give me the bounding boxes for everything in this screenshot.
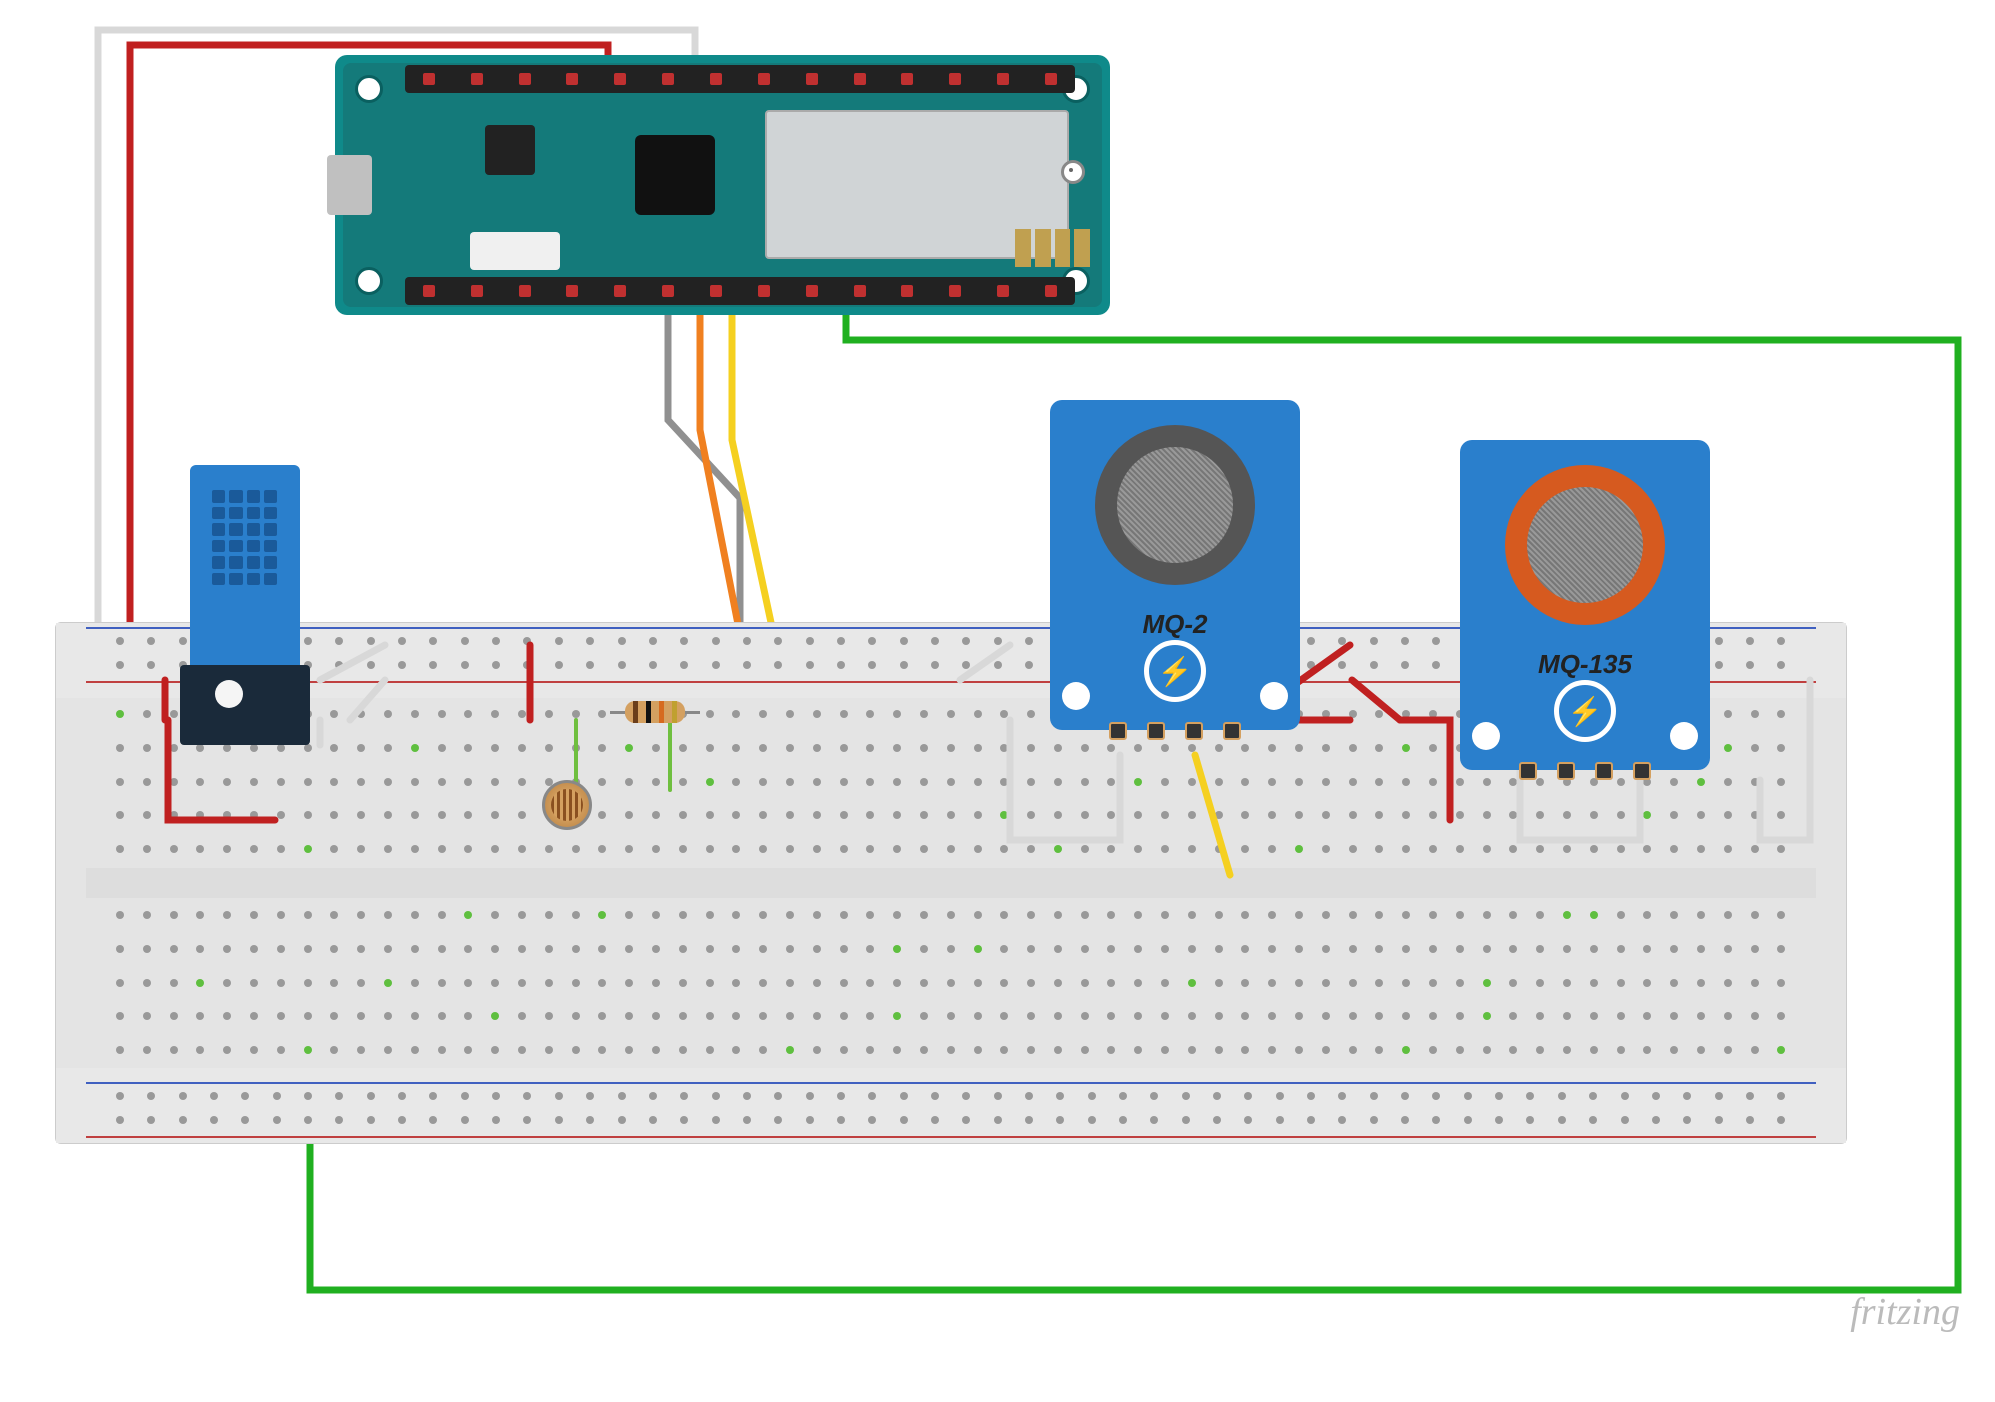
chip-icon: [485, 125, 535, 175]
resistor-band-3: [659, 701, 664, 723]
mq135-pins: [1519, 762, 1651, 780]
usb-port-icon: [327, 155, 372, 215]
mcu-chip-icon: [635, 135, 715, 215]
arduino-top-pins: [405, 65, 1075, 93]
mq135-sensor-module: MQ-135 ⚡: [1460, 440, 1710, 770]
resistor-band-2: [646, 701, 651, 723]
resistor-band-1: [633, 701, 638, 723]
mq2-label: MQ-2: [1050, 609, 1300, 640]
dht11-pcb: [180, 665, 310, 745]
plug-icon: ⚡: [1144, 640, 1206, 702]
plug-icon: ⚡: [1554, 680, 1616, 742]
dht11-sensor: [190, 465, 300, 665]
mq135-label: MQ-135: [1460, 649, 1710, 680]
resistor-band-4: [672, 701, 677, 723]
battery-connector-icon: [470, 232, 560, 270]
mq2-pins: [1109, 722, 1241, 740]
arduino-bottom-pins: [405, 277, 1075, 305]
mq2-sensor-module: MQ-2 ⚡: [1050, 400, 1300, 730]
gold-pads-icon: [1015, 229, 1090, 267]
antenna-connector-icon: [1061, 160, 1085, 184]
ldr-photoresistor: [542, 780, 592, 830]
circuit-diagram: MQ-2 ⚡ MQ-135 ⚡ fritzing: [20, 20, 1975, 1342]
arduino-mkr-board: [335, 55, 1110, 315]
resistor: [610, 700, 700, 724]
